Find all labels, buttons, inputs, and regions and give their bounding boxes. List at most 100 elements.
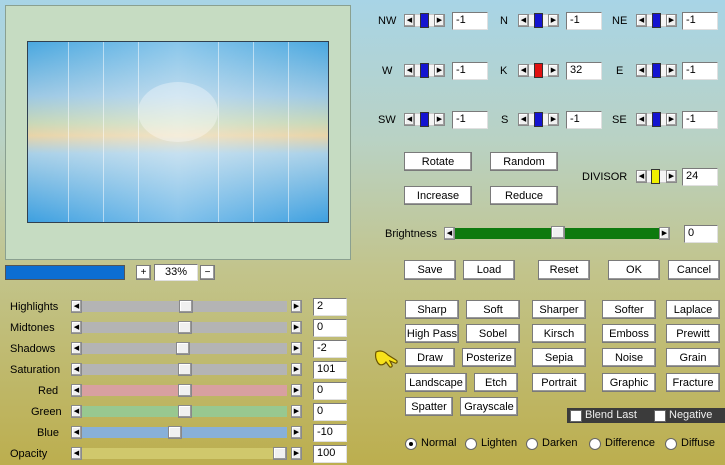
preset-sharp-button[interactable]: Sharp [405,300,459,319]
ok-button[interactable]: OK [608,260,660,280]
red-field[interactable]: 0 [313,382,347,400]
preset-emboss-button[interactable]: Emboss [602,324,656,343]
preset-laplace-button[interactable]: Laplace [666,300,720,319]
matrix-n-decrease-button[interactable]: ◀ [518,14,529,27]
matrix-e-thumb[interactable] [652,63,661,78]
shadows-increase-button[interactable]: ▶ [291,342,302,355]
matrix-s-increase-button[interactable]: ▶ [548,113,559,126]
opacity-track[interactable] [82,448,287,459]
blue-track[interactable] [82,427,287,438]
cancel-button[interactable]: Cancel [668,260,720,280]
red-increase-button[interactable]: ▶ [291,384,302,397]
blend-difference-radio[interactable] [589,438,601,450]
green-thumb[interactable] [177,405,192,418]
matrix-e-increase-button[interactable]: ▶ [666,64,677,77]
matrix-w-thumb[interactable] [420,63,429,78]
opacity-increase-button[interactable]: ▶ [291,447,302,460]
preset-prewitt-button[interactable]: Prewitt [666,324,720,343]
save-button[interactable]: Save [404,260,456,280]
blue-field[interactable]: -10 [313,424,347,442]
highlights-thumb[interactable] [179,300,194,313]
midtones-decrease-button[interactable]: ◀ [71,321,82,334]
highlights-field[interactable]: 2 [313,298,347,316]
matrix-se-thumb[interactable] [652,112,661,127]
matrix-sw-field[interactable]: -1 [452,111,488,129]
preset-spatter-button[interactable]: Spatter [405,397,453,416]
preset-sharper-button[interactable]: Sharper [532,300,586,319]
matrix-k-thumb[interactable] [534,63,543,78]
preset-etch-button[interactable]: Etch [474,373,518,392]
shadows-decrease-button[interactable]: ◀ [71,342,82,355]
preset-sepia-button[interactable]: Sepia [532,348,586,367]
matrix-sw-thumb[interactable] [420,112,429,127]
preset-grain-button[interactable]: Grain [666,348,720,367]
preset-portrait-button[interactable]: Portrait [532,373,586,392]
matrix-ne-thumb[interactable] [652,13,661,28]
preset-draw-button[interactable]: Draw [405,348,455,367]
green-decrease-button[interactable]: ◀ [71,405,82,418]
divisor-decrease-button[interactable]: ◀ [636,170,647,183]
matrix-n-field[interactable]: -1 [566,12,602,30]
blend-diffuse-radio[interactable] [665,438,677,450]
shadows-thumb[interactable] [175,342,190,355]
matrix-n-thumb[interactable] [534,13,543,28]
matrix-n-increase-button[interactable]: ▶ [548,14,559,27]
preset-grayscale-button[interactable]: Grayscale [460,397,518,416]
matrix-s-thumb[interactable] [534,112,543,127]
blend-normal-radio[interactable] [405,438,417,450]
highlights-decrease-button[interactable]: ◀ [71,300,82,313]
midtones-thumb[interactable] [177,321,192,334]
negative-checkbox[interactable] [654,410,666,422]
matrix-s-field[interactable]: -1 [566,111,602,129]
brightness-increase-button[interactable]: ▶ [659,227,670,240]
matrix-sw-decrease-button[interactable]: ◀ [404,113,415,126]
opacity-decrease-button[interactable]: ◀ [71,447,82,460]
highlights-increase-button[interactable]: ▶ [291,300,302,313]
matrix-se-decrease-button[interactable]: ◀ [636,113,647,126]
midtones-field[interactable]: 0 [313,319,347,337]
zoom-in-button[interactable]: + [136,265,151,280]
matrix-ne-decrease-button[interactable]: ◀ [636,14,647,27]
reduce-button[interactable]: Reduce [490,186,558,205]
matrix-w-decrease-button[interactable]: ◀ [404,64,415,77]
preset-soft-button[interactable]: Soft [466,300,520,319]
matrix-sw-increase-button[interactable]: ▶ [434,113,445,126]
divisor-field[interactable]: 24 [682,168,718,186]
matrix-k-increase-button[interactable]: ▶ [548,64,559,77]
opacity-field[interactable]: 100 [313,445,347,463]
preset-landscape-button[interactable]: Landscape [405,373,467,392]
midtones-increase-button[interactable]: ▶ [291,321,302,334]
blend-last-checkbox[interactable] [570,410,582,422]
random-button[interactable]: Random [490,152,558,171]
zoom-out-button[interactable]: − [200,265,215,280]
blend-darken-radio[interactable] [526,438,538,450]
saturation-field[interactable]: 101 [313,361,347,379]
matrix-nw-increase-button[interactable]: ▶ [434,14,445,27]
saturation-increase-button[interactable]: ▶ [291,363,302,376]
blend-lighten-radio[interactable] [465,438,477,450]
preset-fracture-button[interactable]: Fracture [666,373,720,392]
green-field[interactable]: 0 [313,403,347,421]
divisor-increase-button[interactable]: ▶ [666,170,677,183]
rotate-button[interactable]: Rotate [404,152,472,171]
opacity-thumb[interactable] [273,447,287,460]
increase-button[interactable]: Increase [404,186,472,205]
matrix-k-field[interactable]: 32 [566,62,602,80]
green-increase-button[interactable]: ▶ [291,405,302,418]
matrix-s-decrease-button[interactable]: ◀ [518,113,529,126]
matrix-w-field[interactable]: -1 [452,62,488,80]
shadows-field[interactable]: -2 [313,340,347,358]
preset-posterize-button[interactable]: Posterize [462,348,516,367]
brightness-decrease-button[interactable]: ◀ [444,227,455,240]
matrix-ne-increase-button[interactable]: ▶ [666,14,677,27]
saturation-thumb[interactable] [178,363,193,376]
matrix-nw-field[interactable]: -1 [452,12,488,30]
matrix-ne-field[interactable]: -1 [682,12,718,30]
red-decrease-button[interactable]: ◀ [71,384,82,397]
blue-decrease-button[interactable]: ◀ [71,426,82,439]
preset-graphic-button[interactable]: Graphic [602,373,656,392]
brightness-thumb[interactable] [551,226,565,239]
load-button[interactable]: Load [463,260,515,280]
matrix-nw-decrease-button[interactable]: ◀ [404,14,415,27]
brightness-field[interactable]: 0 [684,225,718,243]
